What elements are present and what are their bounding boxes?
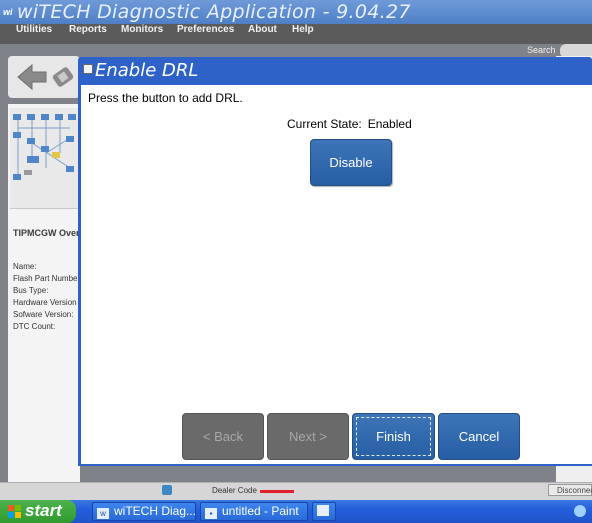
dealer-code-label: Dealer Code [212,486,257,495]
app-title: wiTECH Diagnostic Application - 9.04.27 [17,1,411,23]
info-label-hardware-version: Hardware Version [13,298,77,307]
taskbar-item-paint[interactable]: ▪ untitled - Paint [200,502,308,521]
start-label: start [25,501,62,520]
witech-app-icon: w [97,508,109,519]
windows-flag-icon [8,505,21,518]
finish-button-focus-ring [356,417,431,456]
dialog-window-icon [83,64,93,74]
cancel-button[interactable]: Cancel [438,413,520,460]
menu-help[interactable]: Help [292,24,314,44]
menu-utilities[interactable]: Utilities [16,24,52,44]
taskbar-item-label: untitled - Paint [222,504,299,518]
module-overview-title: TIPMCGW Over [13,228,80,238]
dealer-code-redaction [260,490,294,493]
search-label: Search [527,45,556,55]
menu-about[interactable]: About [248,24,277,44]
network-topology-diagram[interactable] [10,108,80,209]
dialog-title: Enable DRL [95,60,199,81]
app-icon [317,505,329,516]
menu-monitors[interactable]: Monitors [121,24,163,44]
system-tray-icon[interactable] [574,505,586,517]
vehicle-tool-icon[interactable] [50,60,80,94]
info-label-dtc-count: DTC Count: [13,322,56,331]
taskbar-item-app[interactable] [312,502,336,521]
menu-reports[interactable]: Reports [69,24,107,44]
current-state: Current State: Enabled [287,117,412,131]
dialog-instructions: Press the button to add DRL. [88,91,243,105]
taskbar-item-label: wiTECH Diag... [114,504,196,518]
paint-app-icon: ▪ [205,508,217,519]
connection-status-icon [162,485,172,495]
current-state-label: Current State: [287,117,362,131]
back-button[interactable]: < Back [182,413,264,460]
info-label-flash-part-number: Flash Part Numbe [13,274,78,283]
app-logo-icon: wi [3,7,13,17]
back-arrow-icon[interactable] [14,60,50,94]
info-label-name: Name: [13,262,37,271]
taskbar-item-witech[interactable]: w wiTECH Diag... [92,502,196,521]
next-button[interactable]: Next > [267,413,349,460]
disable-button[interactable]: Disable [310,139,392,186]
disconnect-button[interactable]: Disconnect [548,484,592,496]
info-label-bus-type: Bus Type: [13,286,49,295]
menu-preferences[interactable]: Preferences [177,24,234,44]
menu-bar: Utilities Reports Monitors Preferences A… [0,24,592,44]
info-label-software-version: Sofware Version: [13,310,74,319]
status-bar [0,482,592,501]
current-state-value: Enabled [367,117,412,131]
